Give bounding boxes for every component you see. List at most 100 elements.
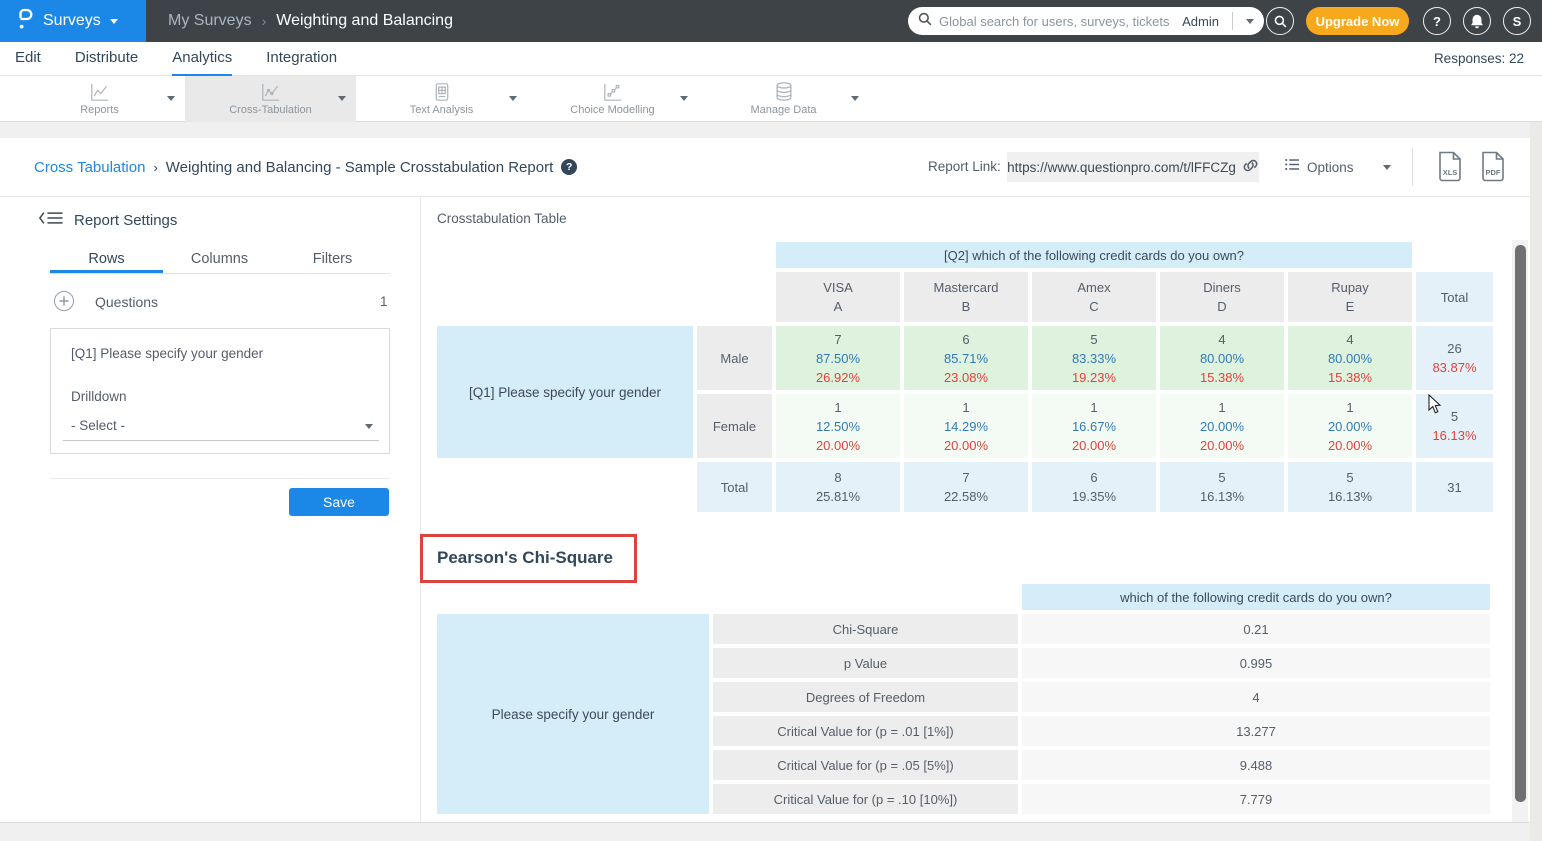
grand-total-cell: 31: [1416, 462, 1493, 512]
nav-item-distribute[interactable]: Distribute: [75, 42, 138, 76]
options-button[interactable]: Options: [1285, 152, 1354, 182]
help-icon[interactable]: ?: [561, 159, 577, 175]
data-cell: 480.00%15.38%: [1288, 326, 1412, 390]
column-group-header: [Q2] which of the following credit cards…: [776, 242, 1412, 268]
stat-label: Chi-Square: [713, 614, 1018, 644]
chi-column-header: which of the following credit cards do y…: [1022, 584, 1490, 610]
total-cell: 722.58%: [904, 462, 1028, 512]
window-scrollbar-track[interactable]: [1530, 122, 1542, 841]
data-cell: 116.67%20.00%: [1032, 394, 1156, 458]
stat-value: 7.779: [1022, 784, 1490, 814]
options-list-icon: [1285, 158, 1300, 176]
topbar: Surveys My Surveys › Weighting and Balan…: [0, 0, 1542, 42]
line-chart-icon: [261, 83, 281, 101]
breadcrumb-separator: ›: [262, 13, 267, 29]
line-chart-icon: [90, 83, 110, 101]
search-scope-value[interactable]: Admin: [1182, 14, 1219, 29]
chevron-down-icon[interactable]: [338, 96, 346, 101]
stat-value: 0.21: [1022, 614, 1490, 644]
column-header: VISAA: [776, 272, 900, 322]
crosstab-table: [Q2] which of the following credit cards…: [433, 238, 1497, 516]
nav-item-edit[interactable]: Edit: [15, 42, 41, 76]
total-cell: 825.81%: [776, 462, 900, 512]
chevron-down-icon[interactable]: [167, 96, 175, 101]
panel-title: Report Settings: [74, 212, 177, 229]
bell-icon: [1470, 14, 1484, 29]
stat-value: 0.995: [1022, 648, 1490, 678]
chevron-down-icon: [110, 19, 118, 24]
data-cell: 583.33%19.23%: [1032, 326, 1156, 390]
drilldown-select[interactable]: - Select -: [63, 413, 379, 441]
cross-tabulation-link[interactable]: Cross Tabulation: [34, 159, 145, 176]
toolbar-item-manage-data[interactable]: Manage Data: [698, 76, 869, 122]
text-analysis-icon: [434, 83, 450, 101]
nav-item-integration[interactable]: Integration: [266, 42, 337, 76]
notifications-button[interactable]: [1463, 7, 1491, 35]
drilldown-label: Drilldown: [71, 389, 127, 404]
column-header: MastercardB: [904, 272, 1028, 322]
toolbar-item-cross-tabulation[interactable]: Cross-Tabulation: [185, 76, 356, 122]
tab-columns[interactable]: Columns: [163, 246, 276, 273]
search-button[interactable]: [1266, 7, 1294, 35]
toolbar-item-choice-modelling[interactable]: Choice Modelling: [527, 76, 698, 122]
chevron-down-icon[interactable]: [509, 96, 517, 101]
chevron-down-icon[interactable]: [851, 96, 859, 101]
analytics-toolbar: Reports Cross-Tabulation Text Analysis C…: [0, 76, 1542, 122]
link-icon[interactable]: [1242, 157, 1259, 177]
column-header: RupayE: [1288, 272, 1412, 322]
search-input[interactable]: [939, 14, 1175, 29]
question-text: [Q1] Please specify your gender: [71, 346, 263, 361]
product-label: Surveys: [43, 12, 101, 30]
upgrade-now-button[interactable]: Upgrade Now: [1306, 7, 1409, 35]
export-xls-button[interactable]: XLS: [1437, 151, 1463, 187]
column-header: AmexC: [1032, 272, 1156, 322]
export-pdf-button[interactable]: PDF: [1480, 151, 1506, 187]
header-vertical-divider: [1412, 148, 1413, 186]
row-total-cell: 2683.87%: [1416, 326, 1493, 390]
drilldown-selected-value: - Select -: [71, 418, 125, 433]
save-button[interactable]: Save: [289, 488, 389, 516]
total-cell: 516.13%: [1160, 462, 1284, 512]
report-link-url: https://www.questionpro.com/t/lFFCZg: [1007, 160, 1236, 175]
search-icon: [918, 12, 932, 31]
avatar[interactable]: S: [1503, 7, 1531, 35]
data-cell: 112.50%20.00%: [776, 394, 900, 458]
breadcrumb-survey-name: Weighting and Balancing: [276, 12, 453, 30]
chevron-down-icon: [365, 424, 373, 429]
collapse-panel-icon[interactable]: [38, 210, 64, 231]
survey-nav: Edit Distribute Analytics Integration Re…: [0, 42, 1542, 76]
column-header: DinersD: [1160, 272, 1284, 322]
total-column-header: Total: [1416, 272, 1493, 322]
product-switcher[interactable]: Surveys: [0, 0, 146, 42]
total-row-label: Total: [697, 462, 772, 512]
stat-value: 13.277: [1022, 716, 1490, 746]
question-card[interactable]: [Q1] Please specify your gender Drilldow…: [50, 328, 390, 454]
plus-icon: [59, 296, 69, 306]
data-cell: 480.00%15.38%: [1160, 326, 1284, 390]
tab-rows[interactable]: Rows: [50, 246, 163, 273]
questions-count: 1: [380, 294, 388, 309]
nav-item-analytics[interactable]: Analytics: [172, 42, 232, 76]
toolbar-item-text-analysis[interactable]: Text Analysis: [356, 76, 527, 122]
pearson-highlight-box: Pearson's Chi-Square: [420, 534, 637, 583]
pearson-section-title: Pearson's Chi-Square: [423, 537, 634, 579]
chevron-down-icon[interactable]: [680, 96, 688, 101]
breadcrumb-my-surveys[interactable]: My Surveys: [168, 12, 252, 30]
questions-label: Questions: [95, 294, 158, 310]
report-breadcrumb: Cross Tabulation › Weighting and Balanci…: [34, 152, 577, 182]
pdf-label: PDF: [1486, 168, 1501, 177]
report-link-box[interactable]: https://www.questionpro.com/t/lFFCZg: [1007, 152, 1259, 182]
toolbar-item-reports[interactable]: Reports: [14, 76, 185, 122]
tab-filters[interactable]: Filters: [276, 246, 389, 273]
add-question-button[interactable]: [54, 291, 74, 311]
footer-strip: [0, 822, 1542, 841]
global-search: Admin: [908, 7, 1264, 35]
stat-label: Degrees of Freedom: [713, 682, 1018, 712]
chevron-down-icon[interactable]: [1383, 165, 1391, 170]
row-label-male: Male: [697, 326, 772, 390]
content-scrollbar-thumb[interactable]: [1515, 245, 1526, 802]
stat-value: 4: [1022, 682, 1490, 712]
search-scope-caret-icon[interactable]: [1246, 19, 1254, 24]
xls-label: XLS: [1443, 168, 1458, 177]
help-button[interactable]: ?: [1423, 7, 1451, 35]
